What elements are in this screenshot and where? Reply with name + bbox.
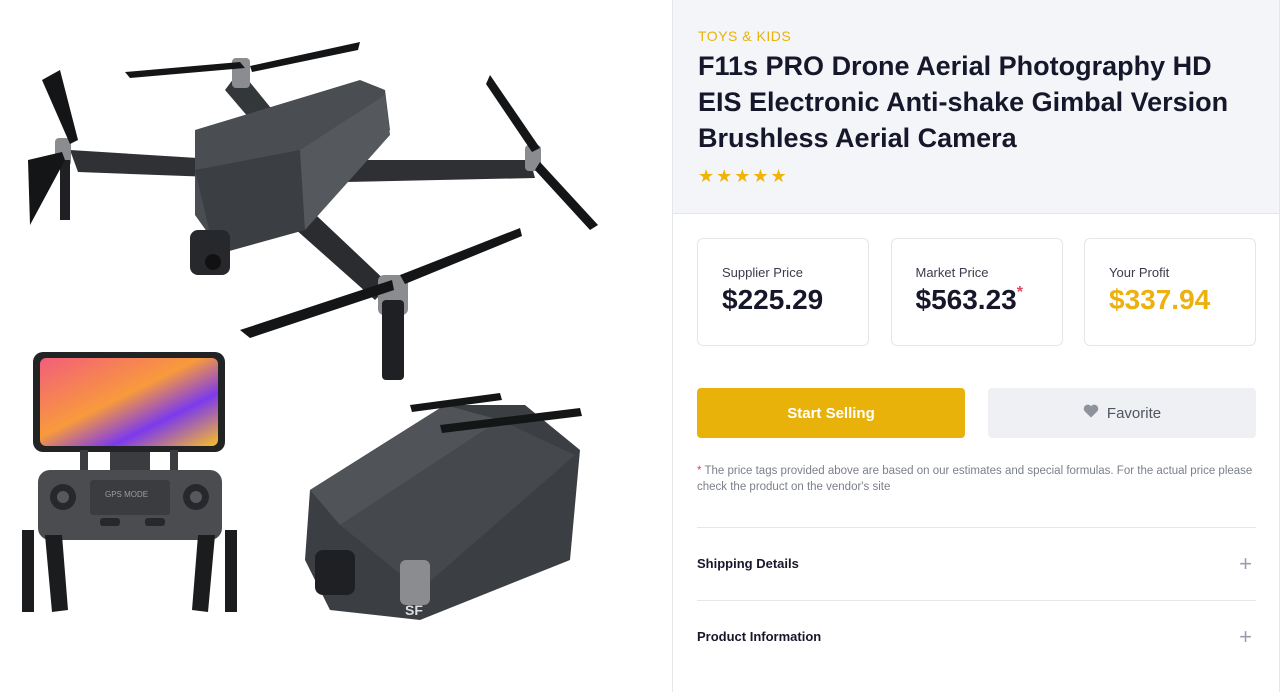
profit-label: Your Profit [1109,265,1170,280]
start-selling-button[interactable]: Start Selling [697,388,965,438]
disclaimer-text: The price tags provided above are based … [697,465,1253,493]
shipping-details-label: Shipping Details [697,556,799,571]
shipping-details-section[interactable]: Shipping Details + [697,527,1256,599]
supplier-price-value: $225.29 [722,284,824,315]
market-price-card: Market Price $563.23* [890,238,1063,346]
supplier-price-card: Supplier Price $225.29 [697,238,869,346]
product-information-label: Product Information [697,629,822,644]
supplier-price-label: Supplier Price [722,265,803,280]
svg-text:GPS MODE: GPS MODE [105,490,148,499]
product-category[interactable]: TOYS & KIDS [698,28,1255,44]
product-images: GPS MODE SF [22,42,598,620]
price-disclaimer: * The price tags provided above are base… [697,463,1257,495]
product-header: TOYS & KIDS F11s PRO Drone Aerial Photog… [673,0,1279,214]
plus-icon[interactable]: + [1239,625,1256,648]
product-details-panel: TOYS & KIDS F11s PRO Drone Aerial Photog… [672,0,1280,692]
drone-folded-image: SF [305,393,582,620]
drone-main-image [28,42,598,380]
favorite-button[interactable]: Favorite [988,388,1256,438]
profit-value: $337.94 [1109,284,1211,315]
svg-text:SF: SF [405,602,423,618]
market-price-label: Market Price [915,265,989,280]
market-price-asterisk: * [1016,284,1023,301]
profit-card: Your Profit $337.94 [1084,238,1256,346]
action-buttons: Start Selling Favorite [697,388,1256,438]
disclaimer-asterisk: * [697,465,702,477]
plus-icon[interactable]: + [1239,552,1256,575]
heart-icon [1083,404,1099,422]
price-cards: Supplier Price $225.29 Market Price $563… [697,238,1256,346]
product-information-section[interactable]: Product Information + [697,600,1256,672]
market-price-value: $563.23 [915,284,1017,315]
product-title: F11s PRO Drone Aerial Photography HD EIS… [698,51,1229,153]
market-price-value-wrap: $563.23* [916,284,1062,316]
product-gallery: GPS MODE SF [0,0,672,692]
favorite-label: Favorite [1106,404,1162,422]
remote-controller-image: GPS MODE [22,352,237,612]
rating-stars-icon: ★★★★★ [698,166,789,186]
